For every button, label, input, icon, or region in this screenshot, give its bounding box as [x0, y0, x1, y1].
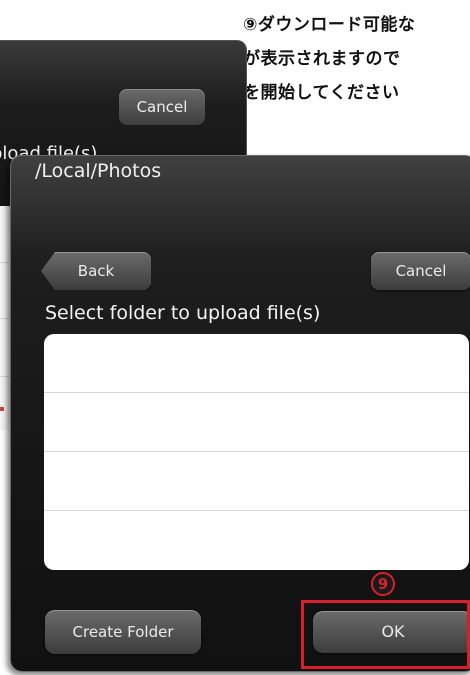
back-button[interactable]: Back: [41, 252, 151, 290]
annotation-marker: [0, 407, 4, 411]
step-number-badge: 9: [371, 572, 395, 596]
folder-list-item[interactable]: [44, 452, 469, 511]
folder-list-item[interactable]: [44, 334, 469, 393]
instruction-line-1: ⑨ダウンロード可能な: [243, 15, 416, 35]
previous-cancel-button[interactable]: Cancel: [119, 89, 205, 125]
folder-path-title: /Local/Photos: [35, 160, 162, 182]
instruction-line-2: が表示されますので: [243, 49, 401, 69]
folder-list-item[interactable]: [44, 393, 469, 452]
instruction-line-3: を開始してください: [243, 83, 400, 103]
select-folder-dialog: /Local/Photos Back Cancel Select folder …: [10, 155, 470, 672]
folder-list-item[interactable]: [44, 511, 469, 569]
cancel-button[interactable]: Cancel: [371, 252, 470, 290]
ok-highlight-box: [301, 600, 470, 669]
select-folder-caption: Select folder to upload file(s): [45, 302, 321, 324]
folder-list: [44, 334, 469, 570]
create-folder-button[interactable]: Create Folder: [45, 610, 201, 654]
